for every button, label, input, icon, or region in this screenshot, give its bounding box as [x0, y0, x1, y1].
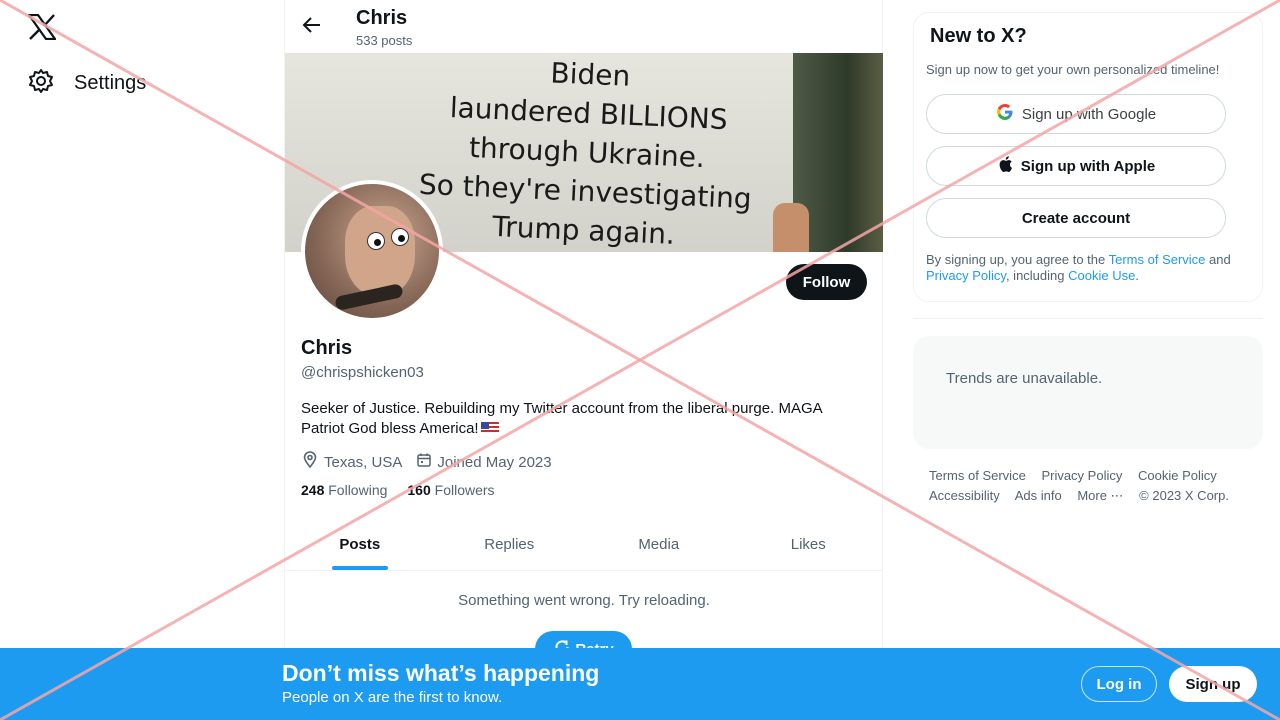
- location-pin-icon: [301, 451, 319, 473]
- signup-title: New to X?: [930, 25, 1027, 47]
- x-logo-icon[interactable]: [26, 13, 58, 42]
- arrow-left-icon: [302, 15, 322, 40]
- followers-link[interactable]: 160 Followers: [407, 482, 494, 498]
- legal-end: .: [1135, 268, 1139, 283]
- footer-link-cookie[interactable]: Cookie Policy: [1138, 468, 1217, 483]
- apple-label: Sign up with Apple: [1020, 157, 1156, 175]
- footer-link-terms[interactable]: Terms of Service: [929, 468, 1026, 483]
- footer-link-accessibility[interactable]: Accessibility: [929, 488, 1000, 503]
- signup-subtitle: Sign up now to get your own personalized…: [926, 62, 1220, 77]
- signup-apple-button[interactable]: Sign up with Apple: [926, 146, 1226, 186]
- legal-and: and: [1205, 252, 1231, 267]
- location-text: Texas, USA: [324, 453, 403, 471]
- us-flag-icon: [480, 422, 499, 434]
- left-nav: Settings: [0, 0, 284, 720]
- joined-text: Joined May 2023: [437, 453, 552, 471]
- followers-count: 160: [407, 482, 431, 498]
- feed-error-message: Something went wrong. Try reloading.: [458, 592, 710, 609]
- nav-settings[interactable]: Settings: [28, 68, 146, 99]
- signup-google-button[interactable]: Sign up with Google: [926, 94, 1226, 134]
- legal-prefix: By signing up, you agree to the: [926, 252, 1109, 267]
- tab-posts[interactable]: Posts: [285, 518, 435, 570]
- avatar-eye: [391, 228, 409, 246]
- google-icon: [996, 103, 1014, 125]
- banner-hand: [773, 203, 809, 252]
- cookie-use-link[interactable]: Cookie Use: [1068, 268, 1135, 283]
- trends-panel: Trends are unavailable.: [913, 336, 1263, 449]
- settings-label: Settings: [74, 72, 147, 94]
- bio-text: Seeker of Justice. Rebuilding my Twitter…: [301, 400, 822, 437]
- signup-legal-text: By signing up, you agree to the Terms of…: [926, 252, 1246, 284]
- legal-including: , including: [1005, 268, 1069, 283]
- following-count: 248: [301, 482, 325, 498]
- banner-text: Biden laundered BILLIONS through Ukraine…: [393, 53, 781, 252]
- profile-handle: @chrispshicken03: [301, 364, 424, 381]
- privacy-link[interactable]: Privacy Policy: [926, 268, 1006, 283]
- google-label: Sign up with Google: [1021, 105, 1157, 123]
- footer-link-privacy[interactable]: Privacy Policy: [1041, 468, 1122, 483]
- active-tab-indicator: [331, 566, 388, 570]
- signup-button[interactable]: Sign up: [1169, 666, 1257, 702]
- profile-bio: Seeker of Justice. Rebuilding my Twitter…: [301, 399, 861, 439]
- signup-card: New to X? Sign up now to get your own pe…: [913, 12, 1263, 302]
- profile-name: Chris: [301, 337, 353, 359]
- gear-icon: [28, 68, 54, 99]
- profile-tabs: Posts Replies Media Likes: [285, 518, 883, 571]
- apple-icon: [997, 155, 1013, 177]
- profile-column: Chris 533 posts Biden laundered BILLIONS…: [284, 0, 883, 720]
- following-label: Following: [328, 482, 388, 498]
- profile-meta: Texas, USA Joined May 2023: [301, 451, 552, 473]
- bottom-bar-title: Don’t miss what’s happening: [282, 660, 600, 686]
- tab-label: Media: [638, 535, 680, 553]
- tab-media[interactable]: Media: [584, 518, 734, 570]
- header-posts-count: 533 posts: [356, 33, 413, 48]
- profile-header-bar: Chris 533 posts: [285, 0, 882, 53]
- terms-link[interactable]: Terms of Service: [1109, 252, 1206, 267]
- tab-label: Likes: [790, 535, 826, 553]
- footer-copyright: © 2023 X Corp.: [1139, 488, 1229, 503]
- avatar[interactable]: [301, 180, 443, 322]
- header-name: Chris: [356, 7, 408, 29]
- bottom-bar-subtitle: People on X are the first to know.: [282, 689, 503, 706]
- profile-location: Texas, USA: [301, 451, 402, 473]
- followers-label: Followers: [434, 482, 495, 498]
- tab-replies[interactable]: Replies: [435, 518, 585, 570]
- tab-label: Posts: [339, 535, 381, 553]
- sidebar-divider: [913, 318, 1263, 319]
- footer-link-ads-info[interactable]: Ads info: [1015, 488, 1062, 503]
- create-account-button[interactable]: Create account: [926, 198, 1226, 238]
- avatar-eye: [367, 232, 385, 250]
- tab-likes[interactable]: Likes: [734, 518, 884, 570]
- footer-link-more[interactable]: More ⋯: [1077, 488, 1123, 503]
- tab-label: Replies: [484, 535, 535, 553]
- avatar-face: [345, 206, 415, 296]
- login-button[interactable]: Log in: [1081, 666, 1157, 702]
- bottom-signup-bar: Don’t miss what’s happening People on X …: [0, 648, 1280, 720]
- profile-stats: 248 Following 160 Followers: [301, 482, 495, 498]
- trends-message: Trends are unavailable.: [946, 370, 1103, 387]
- follow-button[interactable]: Follow: [786, 264, 867, 300]
- calendar-icon: [416, 452, 432, 472]
- footer-links: Terms of Service Privacy Policy Cookie P…: [929, 466, 1249, 506]
- back-button[interactable]: [297, 12, 327, 42]
- profile-joined: Joined May 2023: [416, 451, 552, 473]
- following-link[interactable]: 248 Following: [301, 482, 387, 498]
